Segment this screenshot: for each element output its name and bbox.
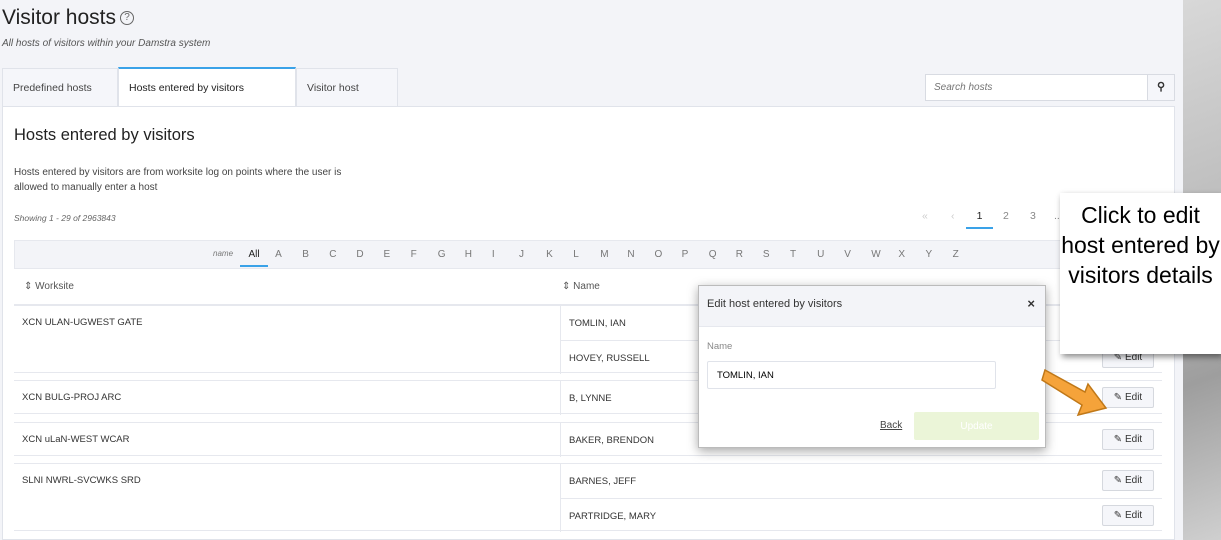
column-worksite[interactable]: ⇕ Worksite	[24, 281, 74, 292]
letter-i[interactable]: I	[492, 249, 495, 260]
name-label: Name	[707, 341, 733, 352]
letter-c[interactable]: C	[329, 249, 336, 260]
help-icon[interactable]: ?	[120, 11, 134, 26]
alphabet-label: name	[213, 249, 234, 258]
letter-l[interactable]: L	[573, 249, 579, 260]
table-row: SLNI NWRL-SVCWKS SRD BARNES, JEFF ✎ Edit PA…	[14, 463, 1162, 532]
page-3[interactable]: 3	[1030, 210, 1036, 222]
letter-n[interactable]: N	[627, 249, 634, 260]
column-name[interactable]: ⇕ Name	[562, 281, 600, 292]
worksite-cell: XCN uLaN-WEST WCAR	[22, 434, 130, 445]
letter-x[interactable]: X	[898, 249, 905, 260]
letter-g[interactable]: G	[438, 249, 446, 260]
letter-f[interactable]: F	[411, 249, 417, 260]
letter-t[interactable]: T	[790, 249, 796, 260]
pencil-icon: ✎	[1113, 475, 1123, 486]
page-1[interactable]: 1	[966, 210, 993, 229]
pencil-icon: ✎	[1113, 510, 1123, 521]
search-icon: ⚲	[1156, 81, 1166, 93]
showing-count: Showing 1 - 29 of 2963843	[14, 213, 116, 223]
tab-hosts-entered-by-visitors[interactable]: Hosts entered by visitors2963843	[118, 67, 296, 133]
letter-a[interactable]: A	[275, 249, 282, 260]
letter-d[interactable]: D	[356, 249, 363, 260]
host-name: TOMLIN, IAN	[569, 318, 626, 329]
page-2[interactable]: 2	[1003, 210, 1009, 222]
prev-page-button[interactable]: ‹	[951, 210, 955, 222]
host-entry: PARTRIDGE, MARY ✎ Edit	[560, 498, 1162, 532]
letter-h[interactable]: H	[465, 249, 472, 260]
letter-e[interactable]: E	[384, 249, 391, 260]
edit-host-modal: Edit host entered by visitors × Name Bac…	[698, 285, 1046, 448]
letter-b[interactable]: B	[302, 249, 309, 260]
letter-r[interactable]: R	[736, 249, 743, 260]
edit-button[interactable]: ✎ Edit	[1102, 470, 1154, 491]
pencil-icon: ✎	[1113, 434, 1123, 445]
page-title: Visitor hosts?	[2, 6, 134, 30]
edit-button[interactable]: ✎ Edit	[1102, 429, 1154, 450]
letter-v[interactable]: V	[844, 249, 851, 260]
update-button[interactable]: Update	[914, 412, 1039, 440]
edit-button[interactable]: ✎ Edit	[1102, 505, 1154, 526]
letter-all[interactable]: All	[240, 249, 268, 267]
letter-u[interactable]: U	[817, 249, 824, 260]
letter-z[interactable]: Z	[953, 249, 959, 260]
letter-m[interactable]: M	[600, 249, 608, 260]
letter-q[interactable]: Q	[709, 249, 717, 260]
letter-k[interactable]: K	[546, 249, 553, 260]
arrow-icon	[1041, 368, 1108, 417]
close-icon[interactable]: ×	[1027, 296, 1035, 311]
back-link[interactable]: Back	[880, 420, 902, 431]
worksite-cell: XCN ULAN-UGWEST GATE	[22, 317, 143, 328]
tab-predefined-hosts[interactable]: Predefined hosts85	[2, 68, 118, 133]
letter-p[interactable]: P	[682, 249, 689, 260]
section-heading: Hosts entered by visitors	[14, 126, 195, 144]
search-box: ⚲	[925, 74, 1175, 101]
host-name: BARNES, JEFF	[569, 476, 637, 487]
worksite-cell: SLNI NWRL-SVCWKS SRD	[22, 475, 141, 486]
letter-s[interactable]: S	[763, 249, 770, 260]
page-subtitle: All hosts of visitors within your Damstr…	[2, 38, 211, 49]
letter-o[interactable]: O	[655, 249, 663, 260]
tab-visitor-host-report[interactable]: Visitor host report	[296, 68, 398, 132]
worksite-cell: XCN BULG-PROJ ARC	[22, 392, 122, 403]
first-page-button[interactable]: «	[922, 210, 928, 222]
search-input[interactable]	[926, 75, 1148, 100]
name-field[interactable]	[707, 361, 996, 389]
alphabet-filter: name All A B C D E F G H I J K L M N O P Q R S T U V W X Y Z	[14, 240, 1162, 269]
host-name: HOVEY, RUSSELL	[569, 353, 650, 364]
pencil-icon: ✎	[1113, 392, 1123, 403]
letter-w[interactable]: W	[871, 249, 880, 260]
callout-annotation: Click to edit host entered by visitors d…	[1060, 193, 1221, 354]
host-entry: BARNES, JEFF ✎ Edit	[560, 464, 1162, 498]
letter-y[interactable]: Y	[926, 249, 933, 260]
modal-title: Edit host entered by visitors	[699, 286, 1045, 327]
section-description: Hosts entered by visitors are from works…	[14, 167, 342, 193]
letter-j[interactable]: J	[519, 249, 524, 260]
host-name: B, LYNNE	[569, 393, 612, 404]
search-button[interactable]: ⚲	[1147, 75, 1174, 100]
host-name: PARTRIDGE, MARY	[569, 511, 657, 522]
host-name: BAKER, BRENDON	[569, 435, 654, 446]
